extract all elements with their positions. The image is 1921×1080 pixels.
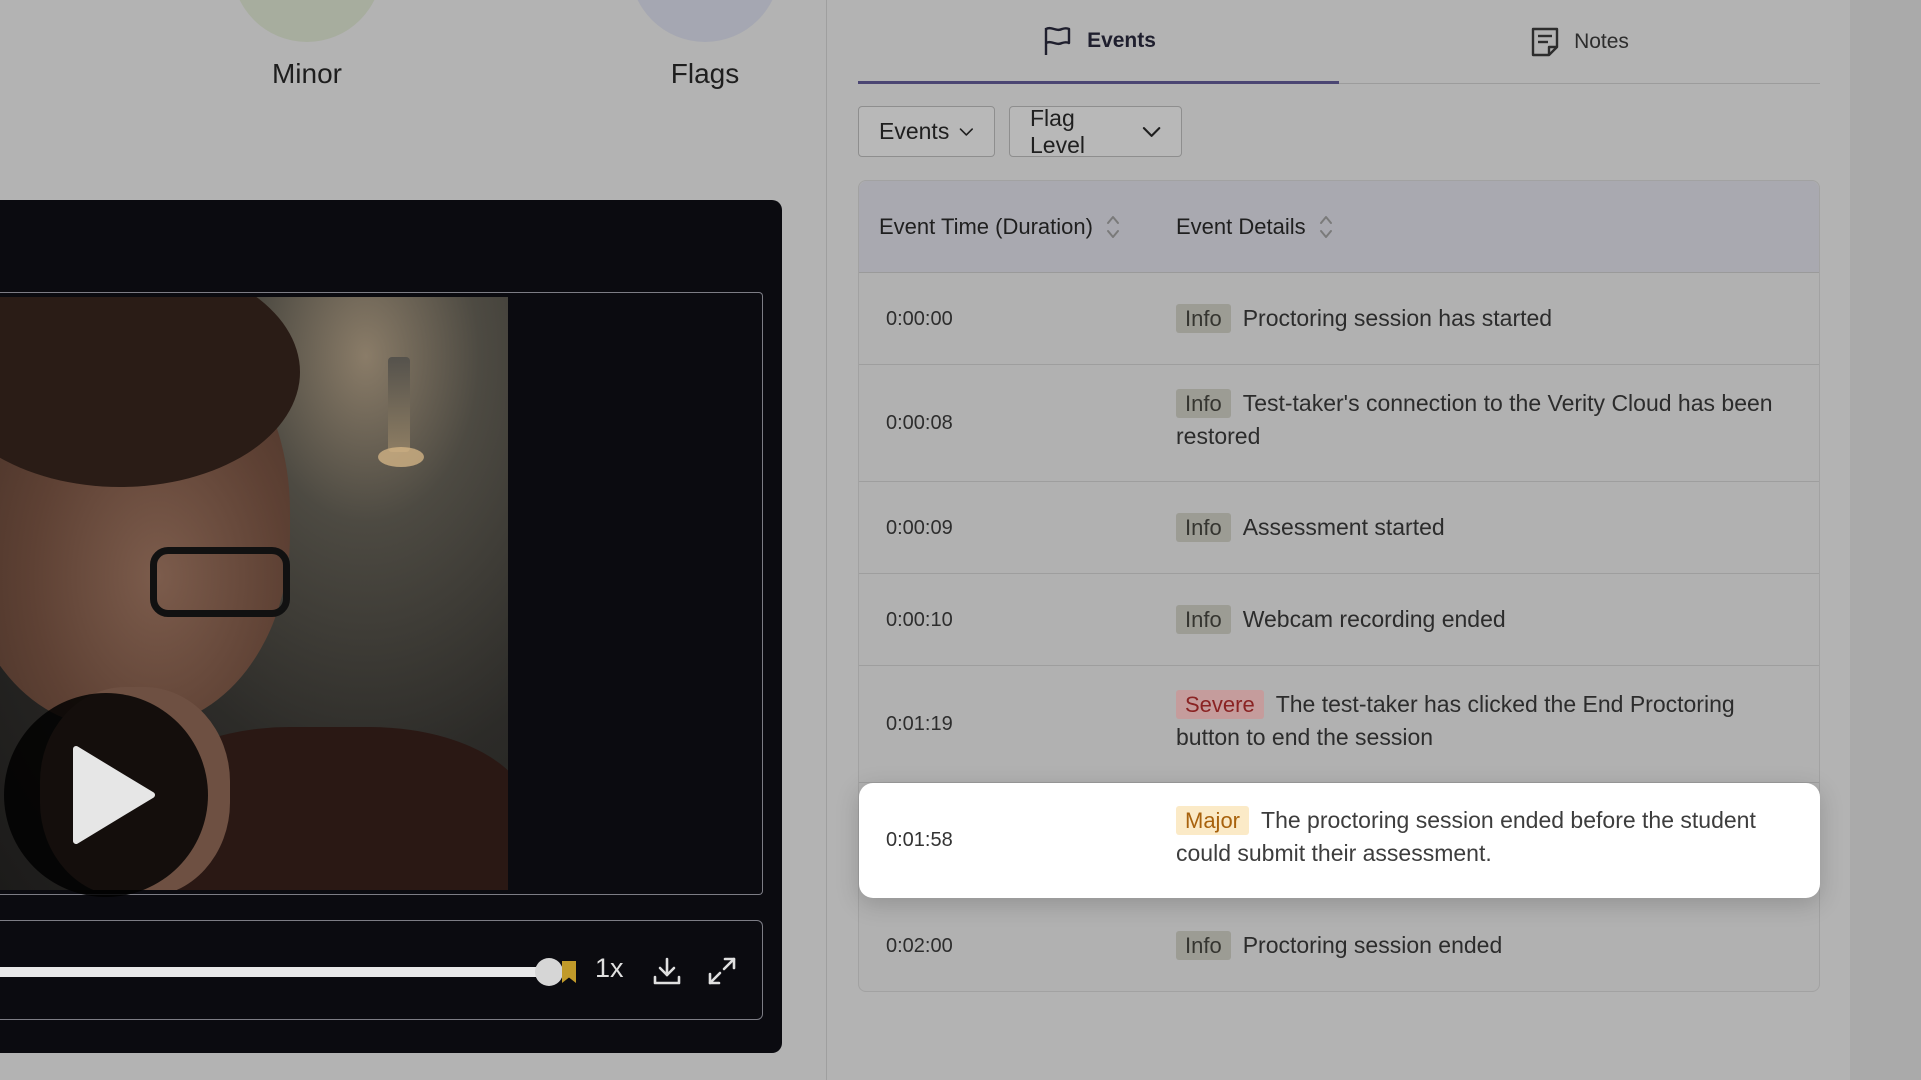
events-table: Event Time (Duration) Event Details 0:00… <box>858 180 1820 992</box>
event-time: 0:01:19 <box>886 713 953 735</box>
event-time: 0:00:00 <box>886 308 953 330</box>
left-panel: Minor Flags 1x <box>0 0 826 1080</box>
flag-level-badge: Info <box>1176 605 1231 634</box>
sort-icon <box>1106 216 1119 238</box>
background-lamp <box>388 357 410 452</box>
event-time: 0:01:58 <box>886 829 953 851</box>
flags-label: Flags <box>670 58 740 89</box>
download-icon[interactable] <box>651 955 683 992</box>
seek-thumb[interactable] <box>535 958 563 986</box>
event-details: Info Proctoring session ended <box>1176 929 1796 962</box>
subject-glasses <box>150 547 290 617</box>
chevron-down-icon <box>959 127 974 136</box>
event-details: Info Test-taker's connection to the Verit… <box>1176 387 1796 453</box>
minor-label: Minor <box>271 58 342 89</box>
flag-level-filter-label: Flag Level <box>1030 104 1085 158</box>
panel-tabs: Events Notes <box>858 0 1820 84</box>
play-icon <box>73 746 155 844</box>
event-time: 0:00:09 <box>886 517 953 539</box>
table-row[interactable]: 0:02:00 Info Proctoring session ended <box>859 898 1819 991</box>
event-time: 0:00:08 <box>886 412 953 434</box>
flag-level-badge: Info <box>1176 389 1231 418</box>
table-header: Event Time (Duration) Event Details <box>859 181 1819 273</box>
minor-count-circle <box>232 0 382 42</box>
tab-notes[interactable]: Notes <box>1339 0 1820 84</box>
bookmark-marker-icon[interactable] <box>562 961 576 983</box>
event-details: Info Webcam recording ended <box>1176 603 1796 636</box>
event-details-header-label: Event Details <box>1176 214 1306 239</box>
event-details: Info Proctoring session has started <box>1176 302 1796 335</box>
event-text: Assessment started <box>1242 514 1445 540</box>
events-panel: Events Notes Events Flag Level Event Tim… <box>827 0 1850 1080</box>
play-button[interactable] <box>4 693 208 897</box>
event-time-header-label: Event Time (Duration) <box>879 214 1093 239</box>
event-text: Proctoring session ended <box>1242 932 1503 958</box>
flag-level-badge: Info <box>1176 513 1231 542</box>
chevron-down-icon <box>1142 126 1161 137</box>
table-row[interactable]: 0:00:10 Info Webcam recording ended <box>859 574 1819 666</box>
sort-by-event-time-header[interactable]: Event Time (Duration) <box>879 213 1121 241</box>
video-player: 1x <box>0 200 782 1053</box>
events-filter-label: Events <box>879 118 950 144</box>
sort-icon <box>1319 216 1332 238</box>
flag-level-badge: Info <box>1176 931 1231 960</box>
event-text: Test-taker's connection to the Verity Cl… <box>1176 390 1773 449</box>
tab-notes-label: Notes <box>1574 30 1629 53</box>
flags-count-circle <box>630 0 780 42</box>
table-row[interactable]: 0:01:19 Severe The test-taker has clicked… <box>859 666 1819 783</box>
flag-level-filter-dropdown[interactable]: Flag Level <box>1009 104 1182 158</box>
playback-speed-button[interactable]: 1x <box>595 953 624 984</box>
tab-events[interactable]: Events <box>858 0 1339 84</box>
table-row[interactable]: 0:00:09 Info Assessment started <box>859 482 1819 574</box>
flag-level-badge: Major <box>1176 806 1250 835</box>
tab-events-label: Events <box>1087 28 1156 52</box>
event-details: Severe The test-taker has clicked the End… <box>1176 688 1796 754</box>
sort-by-event-details-header[interactable]: Event Details <box>1176 213 1334 241</box>
lamp-glow <box>378 447 424 467</box>
event-time: 0:02:00 <box>886 935 953 957</box>
event-text: The proctoring session ended before the … <box>1176 807 1756 866</box>
flag-level-badge: Info <box>1176 304 1231 333</box>
flag-icon <box>1044 26 1071 55</box>
event-details: Major The proctoring session ended before… <box>1176 804 1796 870</box>
fullscreen-icon[interactable] <box>706 955 738 992</box>
event-details: Info Assessment started <box>1176 511 1796 544</box>
flag-level-badge: Severe <box>1176 690 1264 719</box>
notes-icon <box>1531 27 1559 57</box>
event-time: 0:00:10 <box>886 609 953 631</box>
events-filter-dropdown[interactable]: Events <box>858 106 995 157</box>
seek-bar[interactable] <box>0 967 553 977</box>
table-row[interactable]: 0:00:08 Info Test-taker's connection to t… <box>859 365 1819 482</box>
event-text: Webcam recording ended <box>1242 606 1506 632</box>
table-row-highlighted[interactable]: 0:01:58 Major The proctoring session ende… <box>859 783 1820 898</box>
event-text: Proctoring session has started <box>1242 305 1553 331</box>
page-edge-overlay <box>1850 0 1921 1080</box>
table-row[interactable]: 0:00:00 Info Proctoring session has start… <box>859 273 1819 365</box>
player-controls: 1x <box>0 920 763 1020</box>
